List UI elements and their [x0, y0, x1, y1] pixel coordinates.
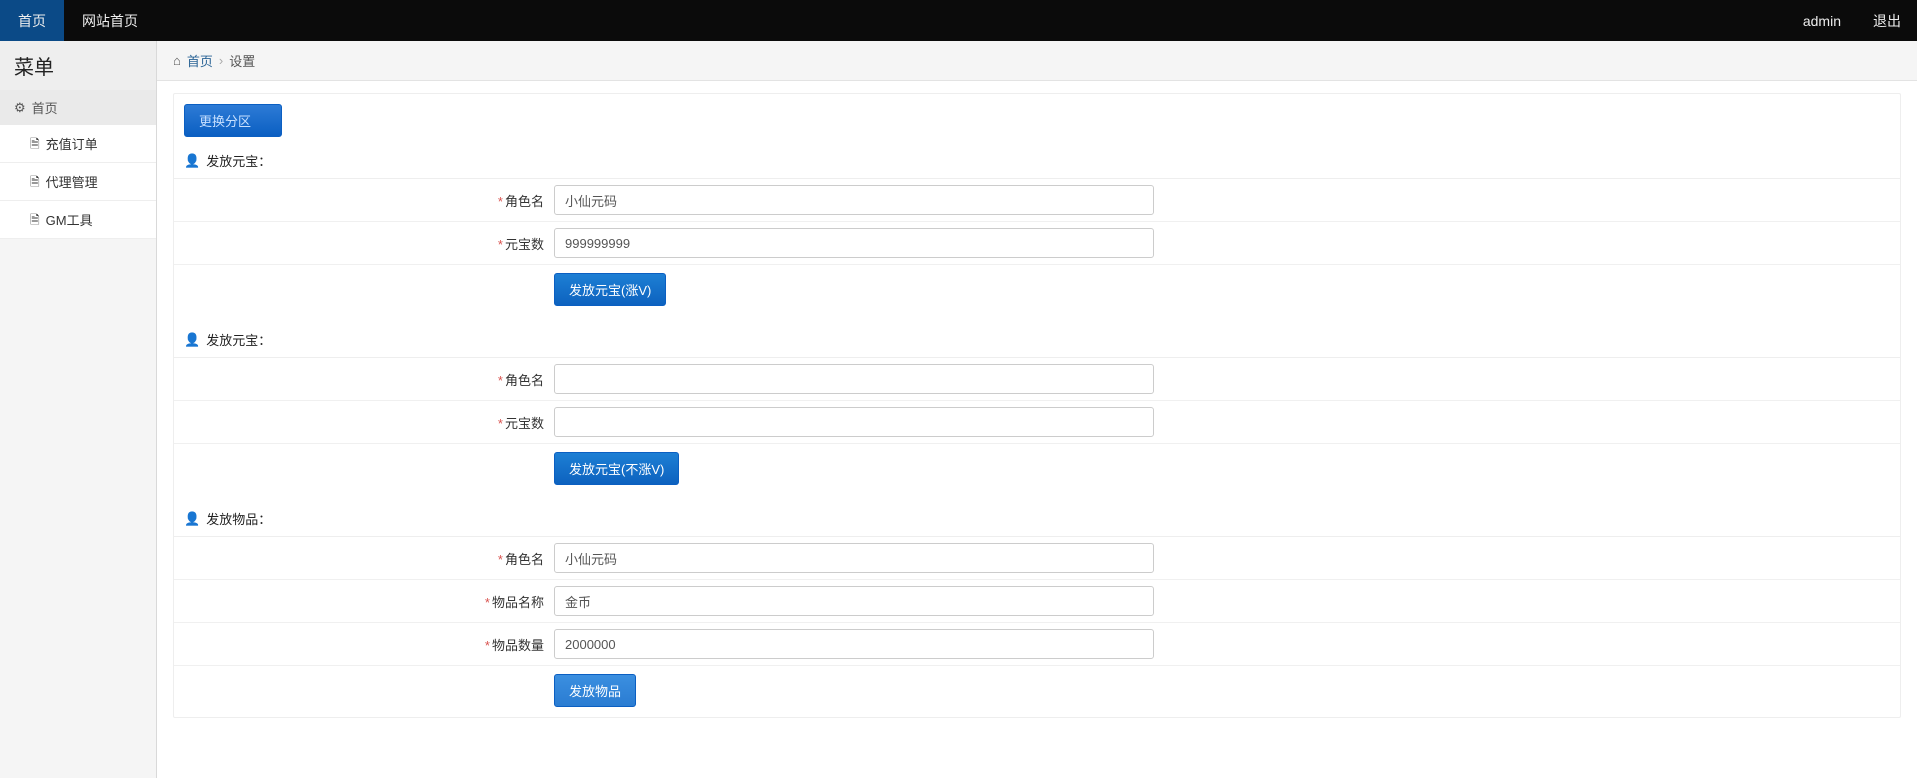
- form-row: *角色名: [174, 537, 1900, 580]
- gear-icon: [14, 101, 26, 114]
- field-label: *元宝数: [174, 234, 554, 253]
- breadcrumb-current: 设置: [229, 51, 255, 70]
- role-name-input[interactable]: [554, 185, 1154, 215]
- nav-item-site-home[interactable]: 网站首页: [64, 0, 156, 41]
- nav-logout[interactable]: 退出: [1857, 11, 1917, 31]
- breadcrumb-home-link[interactable]: 首页: [187, 51, 213, 70]
- sidebar-item-agent-manage[interactable]: 代理管理: [0, 163, 156, 201]
- field-label: *角色名: [174, 191, 554, 210]
- breadcrumb-sep: ›: [219, 53, 223, 68]
- nav-user-label: admin: [1803, 13, 1841, 29]
- sidebar-group-label: 首页: [32, 98, 58, 117]
- form-row: *物品数量: [174, 623, 1900, 666]
- nav-user[interactable]: admin: [1787, 13, 1857, 29]
- field-label: *角色名: [174, 370, 554, 389]
- switch-bar: 更换分区: [174, 94, 1900, 137]
- user-icon: [184, 154, 200, 167]
- form-actions: 发放元宝(不涨V): [174, 444, 1900, 495]
- section-title-label: 发放元宝：: [206, 330, 271, 349]
- sidebar-group-home[interactable]: 首页: [0, 90, 156, 125]
- sidebar-item-label: GM工具: [46, 210, 93, 229]
- gold-amount-input[interactable]: [554, 407, 1154, 437]
- field-label: *元宝数: [174, 413, 554, 432]
- user-icon: [184, 333, 200, 346]
- nav-item-home[interactable]: 首页: [0, 0, 64, 41]
- section-title-give-gold-vip: 发放元宝：: [174, 137, 1900, 178]
- nav-item-label: 首页: [18, 11, 46, 31]
- section-title-give-item: 发放物品：: [174, 495, 1900, 536]
- item-count-input[interactable]: [554, 629, 1154, 659]
- form-row: *元宝数: [174, 401, 1900, 444]
- user-icon: [184, 512, 200, 525]
- sidebar: 菜单 首页 充值订单 代理管理 GM工具: [0, 41, 157, 778]
- file-icon: [30, 137, 40, 150]
- nav-logout-label: 退出: [1873, 11, 1901, 31]
- form-row: *角色名: [174, 358, 1900, 401]
- nav-right: admin 退出: [1787, 0, 1917, 41]
- sidebar-item-recharge-orders[interactable]: 充值订单: [0, 125, 156, 163]
- form-row: *物品名称: [174, 580, 1900, 623]
- give-gold-vip-button[interactable]: 发放元宝(涨V): [554, 273, 666, 306]
- file-icon: [30, 213, 40, 226]
- switch-zone-button[interactable]: 更换分区: [184, 104, 282, 137]
- section-title-label: 发放物品：: [206, 509, 271, 528]
- sidebar-item-gm-tools[interactable]: GM工具: [0, 201, 156, 239]
- give-gold-novip-button[interactable]: 发放元宝(不涨V): [554, 452, 679, 485]
- form-actions: 发放元宝(涨V): [174, 265, 1900, 316]
- sidebar-item-label: 代理管理: [46, 172, 98, 191]
- sidebar-item-label: 充值订单: [46, 134, 98, 153]
- nav-left: 首页 网站首页: [0, 0, 156, 41]
- form-actions: 发放物品: [174, 666, 1900, 717]
- content: 首页 › 设置 更换分区 发放元宝： *角色名 *元宝数: [157, 41, 1917, 778]
- file-icon: [30, 175, 40, 188]
- sidebar-title: 菜单: [0, 41, 156, 90]
- give-item-button[interactable]: 发放物品: [554, 674, 636, 707]
- breadcrumb: 首页 › 设置: [157, 41, 1917, 81]
- field-label: *角色名: [174, 549, 554, 568]
- home-icon: [173, 54, 181, 67]
- top-nav: 首页 网站首页 admin 退出: [0, 0, 1917, 41]
- nav-item-label: 网站首页: [82, 11, 138, 31]
- main-panel: 更换分区 发放元宝： *角色名 *元宝数 发放元宝(涨V): [173, 93, 1901, 718]
- form-row: *元宝数: [174, 222, 1900, 265]
- field-label: *物品名称: [174, 592, 554, 611]
- field-label: *物品数量: [174, 635, 554, 654]
- gold-amount-input[interactable]: [554, 228, 1154, 258]
- form-give-gold-vip: *角色名 *元宝数 发放元宝(涨V): [174, 178, 1900, 316]
- role-name-input[interactable]: [554, 364, 1154, 394]
- sidebar-list: 充值订单 代理管理 GM工具: [0, 125, 156, 239]
- section-title-give-gold-novip: 发放元宝：: [174, 316, 1900, 357]
- form-give-gold-novip: *角色名 *元宝数 发放元宝(不涨V): [174, 357, 1900, 495]
- form-row: *角色名: [174, 179, 1900, 222]
- section-title-label: 发放元宝：: [206, 151, 271, 170]
- item-name-input[interactable]: [554, 586, 1154, 616]
- role-name-input[interactable]: [554, 543, 1154, 573]
- form-give-item: *角色名 *物品名称 *物品数量 发放物品: [174, 536, 1900, 717]
